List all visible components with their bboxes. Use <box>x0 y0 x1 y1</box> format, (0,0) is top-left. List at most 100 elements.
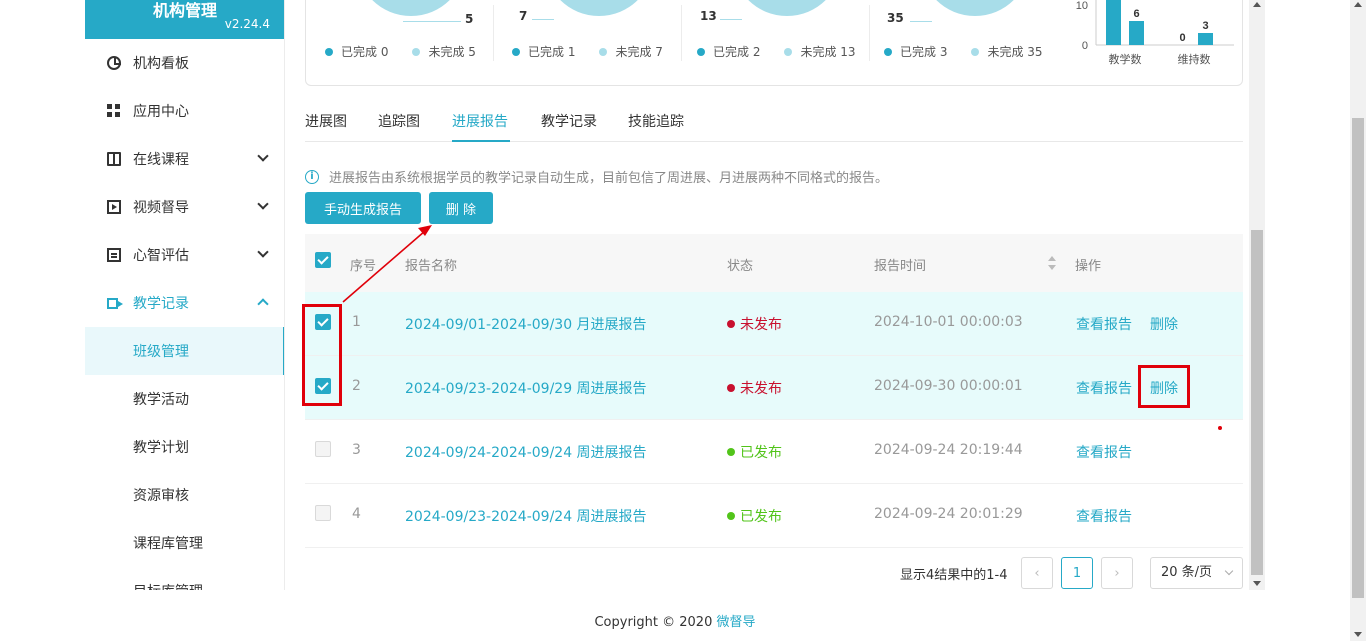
sidebar-subitem-label: 教学活动 <box>133 392 189 408</box>
sidebar-item-assessment[interactable]: 心智评估 <box>85 231 284 279</box>
sidebar-subitem-teaching-activities[interactable]: 教学活动 <box>85 375 284 423</box>
header-name: 报告名称 <box>405 259 458 274</box>
content-scrollbar[interactable] <box>1249 0 1265 590</box>
window-scrollbar[interactable] <box>1350 0 1366 641</box>
tab-bar: 进展图 追踪图 进展报告 教学记录 技能追踪 <box>305 101 1243 142</box>
x-category-label: 维持数 <box>1178 52 1211 66</box>
tab-progress-report[interactable]: 进展报告 <box>452 111 508 131</box>
prev-page-button[interactable]: ‹ <box>1021 557 1053 589</box>
view-report-link[interactable]: 查看报告 <box>1076 314 1132 334</box>
select-all-checkbox[interactable] <box>315 252 331 268</box>
page-size-select[interactable]: 20 条/页 <box>1150 557 1243 589</box>
row-delete-link[interactable]: 删除 <box>1150 314 1178 334</box>
sidebar-subitem-goal-library[interactable]: 目标库管理 <box>85 567 284 590</box>
bar <box>1198 33 1213 45</box>
info-icon: i <box>305 169 319 184</box>
donut-value: 13 <box>700 9 717 23</box>
tab-skill-tracking[interactable]: 技能追踪 <box>628 111 684 131</box>
delete-button[interactable]: 删 除 <box>429 192 493 224</box>
generate-report-button[interactable]: 手动生成报告 <box>305 192 421 224</box>
sidebar-item-label: 视频督导 <box>133 200 189 216</box>
sidebar-item-app-center[interactable]: 应用中心 <box>85 87 284 135</box>
donut-chart <box>356 0 466 16</box>
footer: Copyright © 2020 微督导 <box>0 611 1350 630</box>
report-name-link[interactable]: 2024-09/01-2024-09/30 月进展报告 <box>405 314 647 334</box>
footer-brand-link[interactable]: 微督导 <box>717 615 756 630</box>
chevron-down-icon <box>257 198 269 210</box>
chevron-down-icon <box>1224 566 1234 576</box>
donut-legend: 已完成 3 未完成 35 <box>884 43 1043 60</box>
report-name-link[interactable]: 2024-09/24-2024-09/24 周进展报告 <box>405 442 647 462</box>
bar-data-label: 0 <box>1179 32 1185 44</box>
tab-tracking-chart[interactable]: 追踪图 <box>378 111 420 131</box>
view-report-link[interactable]: 查看报告 <box>1076 506 1132 526</box>
sidebar-item-video-supervision[interactable]: 视频督导 <box>85 183 284 231</box>
report-time: 2024-09-24 20:01:29 <box>874 506 1023 522</box>
leader-line <box>910 21 932 22</box>
sidebar-subitem-label: 目标库管理 <box>133 581 203 590</box>
summary-block: 5 已完成 0 未完成 5 <box>306 0 493 85</box>
donut-value: 7 <box>519 9 528 23</box>
table-row: 4 2024-09/23-2024-09/24 周进展报告 已发布 2024-0… <box>305 484 1243 548</box>
legend-undone: 未完成 7 <box>599 43 663 60</box>
page: 机构管理 v2.24.4 机构看板 应用中心 在线课程 视频督导 心智评估 教学… <box>0 0 1366 641</box>
video-play-icon <box>107 200 121 214</box>
report-name-link[interactable]: 2024-09/23-2024-09/24 周进展报告 <box>405 506 647 526</box>
y-tick-label: 10 <box>1076 0 1088 12</box>
sidebar-subitem-label: 资源审核 <box>133 488 189 504</box>
report-name-link[interactable]: 2024-09/23-2024-09/29 周进展报告 <box>405 378 647 398</box>
sidebar-subitem-label: 班级管理 <box>133 344 189 360</box>
tab-progress-chart[interactable]: 进展图 <box>305 111 347 131</box>
scroll-down-arrow[interactable] <box>1354 632 1362 637</box>
sidebar-subitem-course-library[interactable]: 课程库管理 <box>85 519 284 567</box>
sidebar-subitem-class-management[interactable]: 班级管理 <box>85 327 284 375</box>
sidebar-item-teaching-records[interactable]: 教学记录 <box>85 279 284 327</box>
view-report-link[interactable]: 查看报告 <box>1076 378 1132 398</box>
status-badge: 未发布 <box>727 314 782 334</box>
legend-undone: 未完成 35 <box>971 43 1043 60</box>
sidebar-item-dashboard[interactable]: 机构看板 <box>85 39 284 87</box>
sidebar-item-online-courses[interactable]: 在线课程 <box>85 135 284 183</box>
legend-done: 已完成 2 <box>697 43 760 60</box>
sidebar-subitem-teaching-plan[interactable]: 教学计划 <box>85 423 284 471</box>
tab-teaching-records[interactable]: 教学记录 <box>541 111 597 131</box>
donut-chart <box>732 0 842 16</box>
sidebar-item-label: 教学记录 <box>133 296 189 312</box>
sidebar-subitem-resource-review[interactable]: 资源审核 <box>85 471 284 519</box>
annotation-checkbox-highlight <box>302 304 342 406</box>
next-page-button[interactable]: › <box>1101 557 1133 589</box>
table-row: 3 2024-09/24-2024-09/24 周进展报告 已发布 2024-0… <box>305 420 1243 484</box>
scroll-thumb[interactable] <box>1352 118 1364 598</box>
chevron-down-icon <box>257 246 269 258</box>
donut-value: 35 <box>887 11 904 25</box>
summary-block: 13 已完成 2 未完成 13 <box>682 0 869 85</box>
summary-card: 5 已完成 0 未完成 5 7 已完成 1 未完成 7 13 已完成 2 未完成… <box>305 0 1243 86</box>
version-label: v2.24.4 <box>224 17 270 31</box>
info-text: 进展报告由系统根据学员的教学记录自动生成，目前包信了周进展、月进展两种不同格式的… <box>329 171 889 186</box>
legend-undone: 未完成 5 <box>412 43 476 60</box>
annotation-delete-highlight <box>1138 365 1190 408</box>
scroll-thumb[interactable] <box>1251 230 1263 575</box>
scroll-up-arrow[interactable] <box>1253 2 1261 7</box>
status-badge: 已发布 <box>727 506 782 526</box>
row-checkbox[interactable] <box>315 441 331 457</box>
sort-icon[interactable] <box>1048 256 1056 270</box>
page-number-button[interactable]: 1 <box>1061 557 1093 589</box>
summary-block: 7 已完成 1 未完成 7 <box>494 0 681 85</box>
row-checkbox[interactable] <box>315 505 331 521</box>
leader-line <box>403 21 461 22</box>
summary-block: 35 已完成 3 未完成 35 <box>870 0 1060 85</box>
scroll-up-arrow[interactable] <box>1354 2 1362 7</box>
header-time: 报告时间 <box>874 259 927 274</box>
scroll-down-arrow[interactable] <box>1253 581 1261 586</box>
view-report-link[interactable]: 查看报告 <box>1076 442 1132 462</box>
bar-data-label: 6 <box>1133 8 1139 20</box>
brand-header: 机构管理 v2.24.4 <box>85 0 284 39</box>
dashboard-icon <box>107 56 121 70</box>
donut-legend: 已完成 1 未完成 7 <box>512 43 663 60</box>
donut-legend: 已完成 0 未完成 5 <box>325 43 476 60</box>
leader-line <box>532 19 554 20</box>
bar-chart: 10 0 6 教学数 0 3 维持数 <box>1076 0 1234 66</box>
legend-done: 已完成 0 <box>325 43 388 60</box>
legend-undone: 未完成 13 <box>784 43 856 60</box>
